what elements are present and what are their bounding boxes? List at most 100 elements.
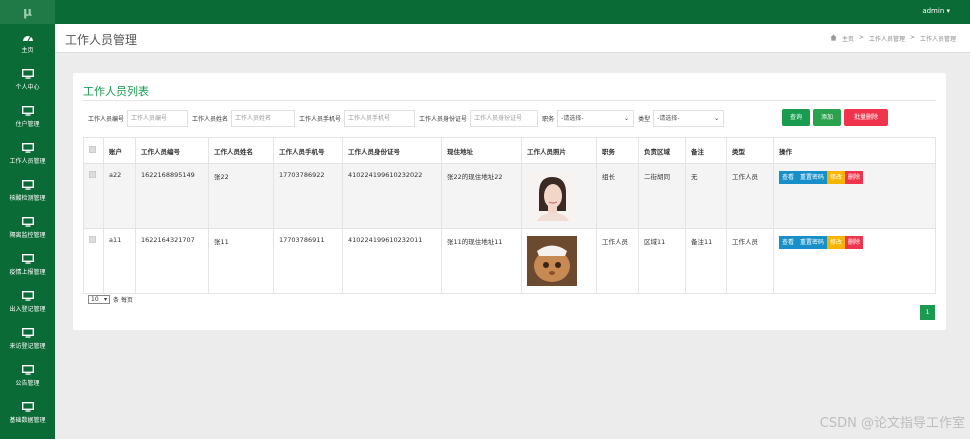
top-bar: μ admin ▾ [0, 0, 970, 24]
monitor-icon [21, 68, 34, 79]
view-button[interactable]: 查看 [779, 236, 798, 249]
col-header-no: 工作人员编号 [135, 137, 209, 164]
sidebar-item-label: 疫情上报管理 [9, 268, 46, 276]
delete-button[interactable]: 删除 [845, 236, 864, 249]
col-header-remark: 备注 [685, 137, 727, 164]
staff-photo [527, 236, 577, 286]
select-all-checkbox[interactable] [89, 146, 96, 153]
table-header-row: 账户 工作人员编号 工作人员姓名 工作人员手机号 工作人员身份证号 现住地址 工… [83, 137, 936, 164]
cell-account: a22 [103, 163, 136, 229]
row-select-cell [83, 163, 104, 229]
monitor-icon [21, 253, 34, 264]
sidebar-item-label: 住户管理 [15, 120, 40, 128]
sidebar-item-isolation[interactable]: 隔离监控管理 [0, 209, 55, 246]
sidebar-item-label: 来访登记管理 [9, 342, 46, 350]
staff-idcard-input[interactable]: 工作人员身份证号 [470, 110, 539, 127]
panel-title: 工作人员列表 [83, 85, 149, 98]
monitor-icon [21, 105, 34, 116]
reset-password-button[interactable]: 重置密码 [797, 171, 828, 184]
sidebar-item-base-data[interactable]: 基础数据管理 [0, 394, 55, 431]
cell-name: 张11 [208, 228, 274, 294]
cell-duty: 工作人员 [596, 228, 639, 294]
dashboard-icon [22, 35, 33, 41]
sidebar-item-visitor-log[interactable]: 来访登记管理 [0, 320, 55, 357]
search-filters: 工作人员编号 工作人员编号 工作人员姓名 工作人员姓名 工作人员手机号 工作人员… [88, 110, 728, 127]
filter-label-duty: 职务 [542, 116, 555, 123]
col-header-idcard: 工作人员身份证号 [342, 137, 442, 164]
breadcrumb-home[interactable]: 主页 [842, 34, 854, 43]
staff-table: 账户 工作人员编号 工作人员姓名 工作人员手机号 工作人员身份证号 现住地址 工… [83, 137, 936, 294]
home-icon [830, 34, 837, 41]
sidebar-item-access-log[interactable]: 出入登记管理 [0, 283, 55, 320]
cell-phone: 17703786911 [273, 228, 343, 294]
table-row: a11 1622164321707 张11 17703786911 410224… [83, 228, 936, 294]
staff-list-panel: 工作人员列表 工作人员编号 工作人员编号 工作人员姓名 工作人员姓名 工作人员手… [73, 73, 946, 330]
page-size-select[interactable]: 10 ▾ [88, 295, 110, 304]
edit-button[interactable]: 修改 [827, 171, 846, 184]
monitor-icon [21, 364, 34, 375]
cell-no: 1622168895149 [135, 163, 209, 229]
add-button[interactable]: 添加 [813, 109, 841, 126]
page-header: 工作人员管理 主页 > 工作人员管理 > 工作人员管理 [55, 24, 970, 53]
col-header-address: 现住地址 [441, 137, 522, 164]
sidebar: 主页 个人中心 住户管理 工作人员管理 核酸检测管理 隔离监控管理 疫情上报管理… [0, 24, 55, 439]
monitor-icon [21, 179, 34, 190]
duty-select-value: -请选择- [561, 115, 584, 122]
col-header-phone: 工作人员手机号 [273, 137, 343, 164]
col-header-account: 账户 [103, 137, 136, 164]
user-menu[interactable]: admin ▾ [922, 7, 950, 15]
sidebar-item-label: 出入登记管理 [9, 305, 46, 313]
app-logo: μ [0, 0, 55, 24]
sidebar-item-epidemic-report[interactable]: 疫情上报管理 [0, 246, 55, 283]
breadcrumb-current: 工作人员管理 [919, 36, 956, 43]
sidebar-item-staff[interactable]: 工作人员管理 [0, 135, 55, 172]
cell-area: 区域11 [638, 228, 686, 294]
batch-delete-button[interactable]: 批量删除 [844, 109, 888, 126]
delete-button[interactable]: 删除 [845, 171, 864, 184]
sidebar-item-label: 主页 [21, 46, 34, 54]
sidebar-item-notices[interactable]: 公告管理 [0, 357, 55, 394]
row-select-cell [83, 228, 104, 294]
type-select-value: -请选择- [657, 115, 680, 122]
staff-phone-input[interactable]: 工作人员手机号 [344, 110, 416, 127]
reset-password-button[interactable]: 重置密码 [797, 236, 828, 249]
chevron-down-icon: ▾ [103, 296, 107, 303]
row-checkbox[interactable] [89, 236, 96, 243]
sidebar-item-residents[interactable]: 住户管理 [0, 98, 55, 135]
watermark: CSDN @论文指导工作室 [819, 416, 965, 431]
table-row: a22 1622168895149 张22 17703786922 410224… [83, 163, 936, 229]
monitor-icon [21, 142, 34, 153]
col-header-name: 工作人员姓名 [208, 137, 274, 164]
filter-label-type: 类型 [638, 116, 651, 123]
cell-address: 张22的现住地址22 [441, 163, 522, 229]
edit-button[interactable]: 修改 [827, 236, 846, 249]
sidebar-item-nucleic-test[interactable]: 核酸检测管理 [0, 172, 55, 209]
cell-type: 工作人员 [726, 228, 774, 294]
filter-label-idcard: 工作人员身份证号 [419, 116, 468, 123]
filter-label-phone: 工作人员手机号 [299, 116, 342, 123]
breadcrumb-separator: > [858, 34, 864, 41]
sidebar-item-profile[interactable]: 个人中心 [0, 61, 55, 98]
type-select[interactable]: -请选择- ⌄ [653, 110, 725, 127]
staff-name-input[interactable]: 工作人员姓名 [231, 110, 296, 127]
cell-idcard: 410224199610232011 [342, 228, 442, 294]
breadcrumb-section[interactable]: 工作人员管理 [869, 34, 905, 43]
page-title: 工作人员管理 [65, 33, 138, 47]
monitor-icon [21, 216, 34, 227]
sidebar-item-home[interactable]: 主页 [0, 24, 55, 61]
divider [83, 100, 936, 101]
cell-actions: 查看 重置密码 修改 删除 [773, 228, 936, 294]
staff-photo [527, 171, 577, 221]
query-button[interactable]: 查询 [782, 109, 810, 126]
per-page-label: 条 每页 [113, 297, 133, 304]
cell-photo [521, 228, 597, 294]
sidebar-item-label: 个人中心 [15, 83, 40, 91]
view-button[interactable]: 查看 [779, 171, 798, 184]
staff-no-input[interactable]: 工作人员编号 [127, 110, 189, 127]
page-button-current[interactable]: 1 [920, 305, 935, 320]
row-checkbox[interactable] [89, 171, 96, 178]
cell-photo [521, 163, 597, 229]
sidebar-item-label: 基础数据管理 [9, 416, 46, 424]
duty-select[interactable]: -请选择- ⌄ [557, 110, 635, 127]
cell-account: a11 [103, 228, 136, 294]
